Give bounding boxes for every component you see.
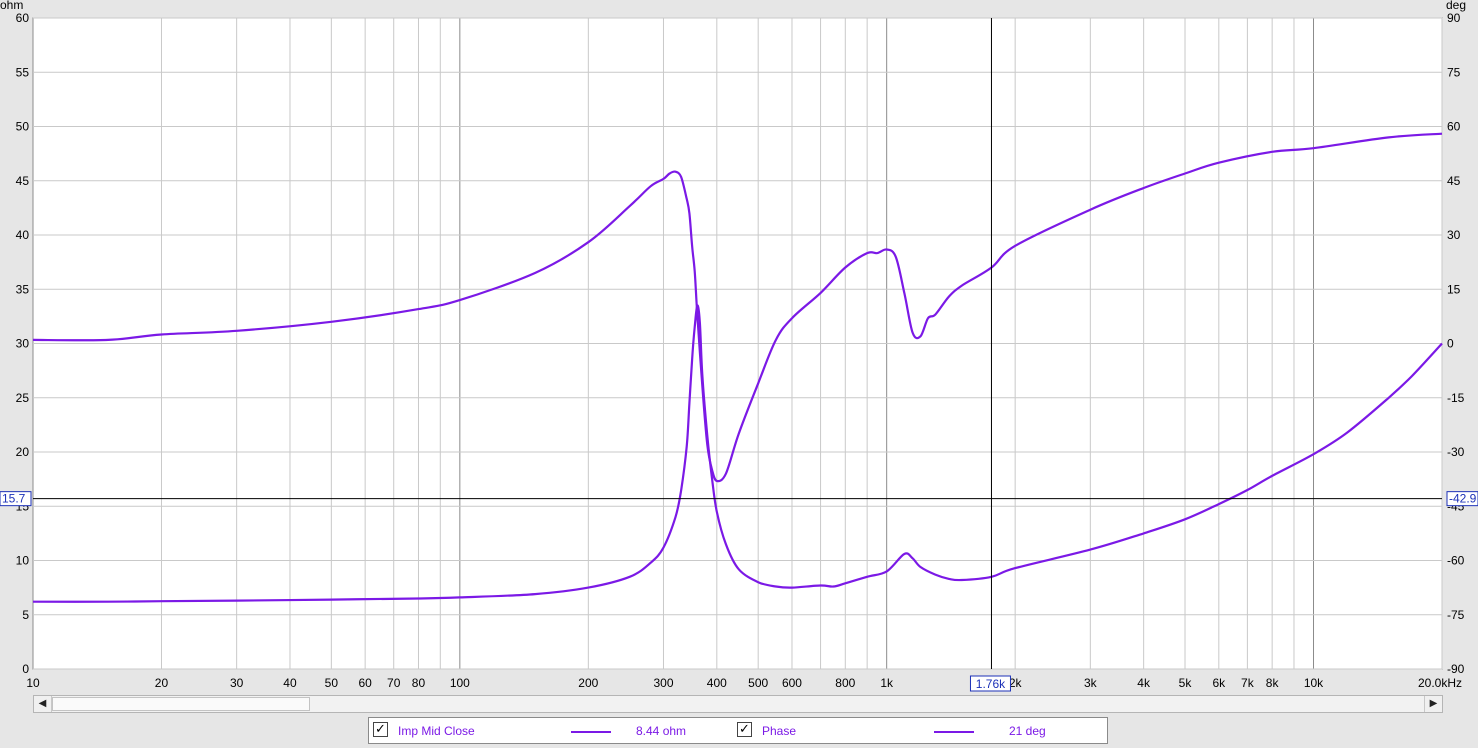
- y-left-unit: ohm: [0, 0, 23, 12]
- y-right-tick-label: 45: [1447, 174, 1461, 188]
- legend-label: Phase: [762, 724, 797, 738]
- y-left-tick-label: 55: [16, 65, 30, 79]
- legend-bar: ✓ Imp Mid Close 8.44 ohm ✓ Phase 21 deg: [368, 717, 1108, 744]
- y-left-tick-label: 50: [16, 120, 30, 134]
- x-tick-label: 70: [387, 676, 401, 690]
- y-left-tick-label: 25: [16, 391, 30, 405]
- y-left-tick-label: 10: [16, 554, 30, 568]
- legend-value: 21 deg: [1009, 724, 1046, 738]
- imp-mid-close-checkbox[interactable]: ✓: [373, 722, 388, 737]
- y-left-tick-label: 30: [16, 337, 30, 351]
- x-tick-label: 200: [578, 676, 598, 690]
- x-tick-label: 500: [748, 676, 768, 690]
- cursor-x-readout-text: 1.76k: [976, 677, 1006, 691]
- y-right-tick-label: -75: [1447, 608, 1465, 622]
- y-left-tick-label: 60: [16, 11, 30, 25]
- y-right-tick-label: -90: [1447, 662, 1465, 676]
- y-left-tick-label: 35: [16, 282, 30, 296]
- y-right-tick-label: 90: [1447, 11, 1461, 25]
- legend-value: 8.44 ohm: [636, 724, 687, 738]
- y-right-tick-label: 15: [1447, 282, 1461, 296]
- y-right-tick-label: 0: [1447, 337, 1454, 351]
- x-tick-label: 10: [26, 676, 40, 690]
- cursor-y-left-readout: 15.7: [0, 491, 32, 507]
- x-tick-label: 8k: [1266, 676, 1280, 690]
- legend-label: Imp Mid Close: [398, 724, 475, 738]
- y-left-tick-label: 40: [16, 228, 30, 242]
- y-right-tick-label: 60: [1447, 120, 1461, 134]
- phase-checkbox[interactable]: ✓: [737, 722, 752, 737]
- legend-line-swatch: [934, 731, 974, 733]
- x-tick-label: 20.0kHz: [1418, 676, 1462, 690]
- y-right-tick-label: -60: [1447, 554, 1465, 568]
- y-left-tick-label: 20: [16, 445, 30, 459]
- cursor-y-left-readout-text: 15.7: [2, 492, 26, 506]
- x-tick-label: 40: [283, 676, 297, 690]
- y-right-tick-label: -15: [1447, 391, 1465, 405]
- scroll-left-button[interactable]: ◀: [34, 696, 52, 712]
- y-right-tick-label: 30: [1447, 228, 1461, 242]
- x-tick-label: 400: [707, 676, 727, 690]
- scroll-thumb[interactable]: [52, 697, 310, 711]
- x-tick-label: 10k: [1304, 676, 1324, 690]
- impedance-phase-chart: 10 20 30 40 50 60 70 80 100 200 300 400 500 600 800 1k 2…: [0, 0, 1478, 693]
- y-left-tick-label: 5: [22, 608, 29, 622]
- x-tick-label: 3k: [1084, 676, 1098, 690]
- x-tick-label: 600: [782, 676, 802, 690]
- y-right-unit: deg: [1446, 0, 1466, 12]
- y-left-tick-label: 45: [16, 174, 30, 188]
- legend-item-phase: ✓ Phase 21 deg: [737, 722, 1097, 740]
- cursor-x-readout: 1.76k: [969, 675, 1011, 692]
- x-tick-label: 100: [450, 676, 470, 690]
- legend-line-swatch: [571, 731, 611, 733]
- legend-item-imp-mid-close: ✓ Imp Mid Close 8.44 ohm: [373, 722, 723, 740]
- cursor-y-right-readout-text: -42.9: [1449, 492, 1477, 506]
- x-tick-label: 800: [835, 676, 855, 690]
- x-tick-label: 5k: [1179, 676, 1193, 690]
- x-tick-label: 30: [230, 676, 244, 690]
- y-right-tick-label: -30: [1447, 445, 1465, 459]
- x-tick-label: 6k: [1212, 676, 1226, 690]
- cursor-y-right-readout: -42.9: [1446, 491, 1478, 507]
- x-tick-label: 80: [412, 676, 426, 690]
- x-tick-label: 1k: [880, 676, 894, 690]
- horizontal-scrollbar[interactable]: ◀ ▶: [33, 695, 1443, 713]
- x-tick-label: 50: [325, 676, 339, 690]
- x-tick-label: 7k: [1241, 676, 1255, 690]
- x-tick-label: 60: [358, 676, 372, 690]
- y-right-tick-label: 75: [1447, 65, 1461, 79]
- x-tick-label: 300: [653, 676, 673, 690]
- y-left-tick-label: 0: [22, 662, 29, 676]
- x-tick-label: 20: [155, 676, 169, 690]
- scroll-right-button[interactable]: ▶: [1424, 696, 1442, 712]
- x-tick-label: 4k: [1137, 676, 1151, 690]
